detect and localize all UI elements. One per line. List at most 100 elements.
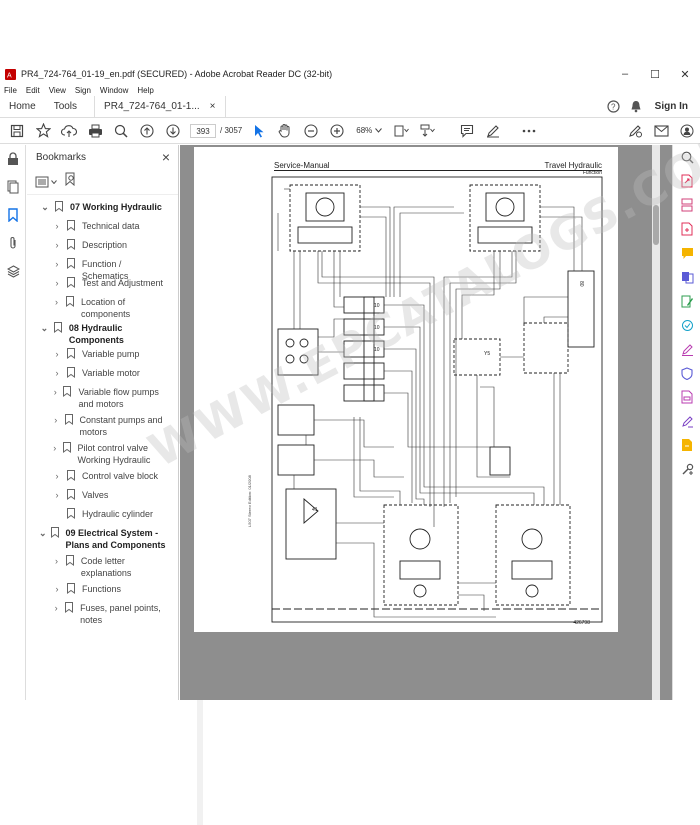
chevron-right-icon[interactable]: ›: [51, 414, 61, 426]
enhance-scans-icon[interactable]: [673, 313, 700, 337]
lock-icon[interactable]: [0, 145, 26, 173]
bookmark-item[interactable]: › Fuses, panel points, notes: [51, 602, 169, 626]
bookmark-item[interactable]: › Pilot control valve Working Hydraulic: [51, 442, 169, 466]
minimize-button[interactable]: –: [610, 64, 640, 84]
edit-pdf-icon[interactable]: [673, 289, 700, 313]
bookmark-item[interactable]: Hydraulic cylinder: [51, 508, 169, 520]
figure-number: 426798: [573, 620, 590, 626]
sign-pen-icon[interactable]: [622, 120, 648, 142]
bookmark-section[interactable]: ⌄ 09 Electrical System - Plans and Compon…: [39, 527, 169, 551]
bookmark-item[interactable]: › Variable flow pumps and motors: [51, 386, 169, 410]
chevron-right-icon[interactable]: ›: [51, 470, 63, 482]
chevron-down-icon[interactable]: ⌄: [39, 201, 51, 213]
chevron-right-icon[interactable]: ›: [51, 348, 63, 360]
organize-pages-icon[interactable]: [673, 193, 700, 217]
bookmark-item[interactable]: › Functions: [51, 583, 169, 595]
bookmark-item[interactable]: › Technical data: [51, 220, 169, 232]
chevron-right-icon[interactable]: ›: [51, 602, 61, 614]
export-pdf-icon[interactable]: [673, 169, 700, 193]
maximize-button[interactable]: ☐: [640, 64, 670, 84]
bookmark-item[interactable]: › Test and Adjustment: [51, 277, 169, 289]
print-icon[interactable]: [82, 120, 108, 142]
combine-files-icon[interactable]: [673, 265, 700, 289]
menu-view[interactable]: View: [49, 86, 66, 95]
bookmark-item[interactable]: › Valves: [51, 489, 169, 501]
chevron-right-icon[interactable]: ›: [51, 367, 63, 379]
email-icon[interactable]: [648, 120, 674, 142]
menu-window[interactable]: Window: [100, 86, 128, 95]
bookmark-icon: [65, 555, 74, 566]
comment-tool-icon[interactable]: [673, 241, 700, 265]
protect-shield-icon[interactable]: [673, 361, 700, 385]
bookmark-item[interactable]: › Control valve block: [51, 470, 169, 482]
tab-document[interactable]: PR4_724-764_01-1... ×: [94, 96, 226, 117]
bookmark-item[interactable]: › Description: [51, 239, 169, 251]
hand-tool-icon[interactable]: [272, 120, 298, 142]
bookmark-item[interactable]: › Location of components: [51, 296, 169, 320]
bookmark-item[interactable]: › Code letter explanations: [51, 555, 169, 579]
bookmark-section[interactable]: ⌄ 08 Hydraulic Components: [39, 322, 169, 346]
bookmark-search-icon[interactable]: [65, 172, 77, 191]
bell-icon[interactable]: [625, 96, 647, 117]
page-fit-icon[interactable]: [388, 120, 414, 142]
select-cursor-icon[interactable]: [246, 120, 272, 142]
bookmark-item[interactable]: › Constant pumps and motors: [51, 414, 169, 438]
menu-help[interactable]: Help: [137, 86, 153, 95]
user-search-icon[interactable]: [674, 120, 700, 142]
bookmark-panel-icon[interactable]: [0, 201, 26, 229]
chevron-down-icon[interactable]: ⌄: [39, 527, 47, 539]
chevron-right-icon[interactable]: ›: [51, 386, 59, 398]
chevron-right-icon[interactable]: ›: [51, 489, 63, 501]
zoom-search-icon[interactable]: [108, 120, 134, 142]
tab-document-close[interactable]: ×: [210, 101, 216, 112]
scroll-mode-icon[interactable]: [414, 120, 440, 142]
document-scrollbar[interactable]: [652, 145, 660, 700]
tab-tools[interactable]: Tools: [45, 96, 86, 117]
menu-edit[interactable]: Edit: [26, 86, 40, 95]
bookmark-options-icon[interactable]: [35, 176, 57, 188]
highlight-pen-icon[interactable]: [480, 120, 506, 142]
document-viewport[interactable]: Service-Manual Travel Hydraulic Function…: [180, 145, 672, 700]
more-options-icon[interactable]: [516, 120, 542, 142]
chevron-right-icon[interactable]: ›: [51, 239, 63, 251]
zoom-out-icon[interactable]: [298, 120, 324, 142]
page-thumbnails-icon[interactable]: [0, 173, 26, 201]
page-down-icon[interactable]: [160, 120, 186, 142]
chevron-right-icon[interactable]: ›: [51, 277, 63, 289]
chevron-right-icon[interactable]: ›: [51, 442, 59, 454]
fill-sign-icon[interactable]: [673, 337, 700, 361]
send-signature-icon[interactable]: [673, 409, 700, 433]
prepare-form-icon[interactable]: [673, 385, 700, 409]
search-tool-icon[interactable]: [673, 145, 700, 169]
sign-in-button[interactable]: Sign In: [647, 96, 700, 117]
more-tools-icon[interactable]: [673, 457, 700, 481]
close-window-button[interactable]: ✕: [670, 64, 700, 84]
layers-icon[interactable]: [0, 257, 26, 285]
bookmark-item[interactable]: › Variable motor: [51, 367, 169, 379]
menu-sign[interactable]: Sign: [75, 86, 91, 95]
attachment-icon[interactable]: [0, 229, 26, 257]
chevron-down-icon[interactable]: ⌄: [39, 322, 50, 334]
help-icon[interactable]: ?: [603, 96, 625, 117]
cloud-upload-icon[interactable]: [56, 120, 82, 142]
stamp-icon[interactable]: [673, 433, 700, 457]
bookmark-section[interactable]: ⌄ 07 Working Hydraulic: [39, 201, 169, 213]
tab-home[interactable]: Home: [0, 96, 45, 117]
menu-file[interactable]: File: [4, 86, 17, 95]
save-icon[interactable]: [4, 120, 30, 142]
zoom-select[interactable]: 68%: [356, 126, 383, 135]
bookmark-item[interactable]: › Variable pump: [51, 348, 169, 360]
chevron-right-icon[interactable]: ›: [51, 220, 63, 232]
page-up-icon[interactable]: [134, 120, 160, 142]
chevron-right-icon[interactable]: ›: [51, 296, 62, 308]
page-number-input[interactable]: 393: [190, 123, 216, 138]
zoom-in-icon[interactable]: [324, 120, 350, 142]
chevron-right-icon[interactable]: ›: [51, 583, 63, 595]
chevron-right-icon[interactable]: ›: [51, 258, 63, 270]
create-pdf-icon[interactable]: [673, 217, 700, 241]
chevron-right-icon[interactable]: ›: [51, 555, 62, 567]
bookmarks-close-button[interactable]: ×: [162, 149, 170, 165]
star-icon[interactable]: [30, 120, 56, 142]
comment-icon[interactable]: [454, 120, 480, 142]
document-scrollbar-thumb[interactable]: [653, 205, 659, 245]
